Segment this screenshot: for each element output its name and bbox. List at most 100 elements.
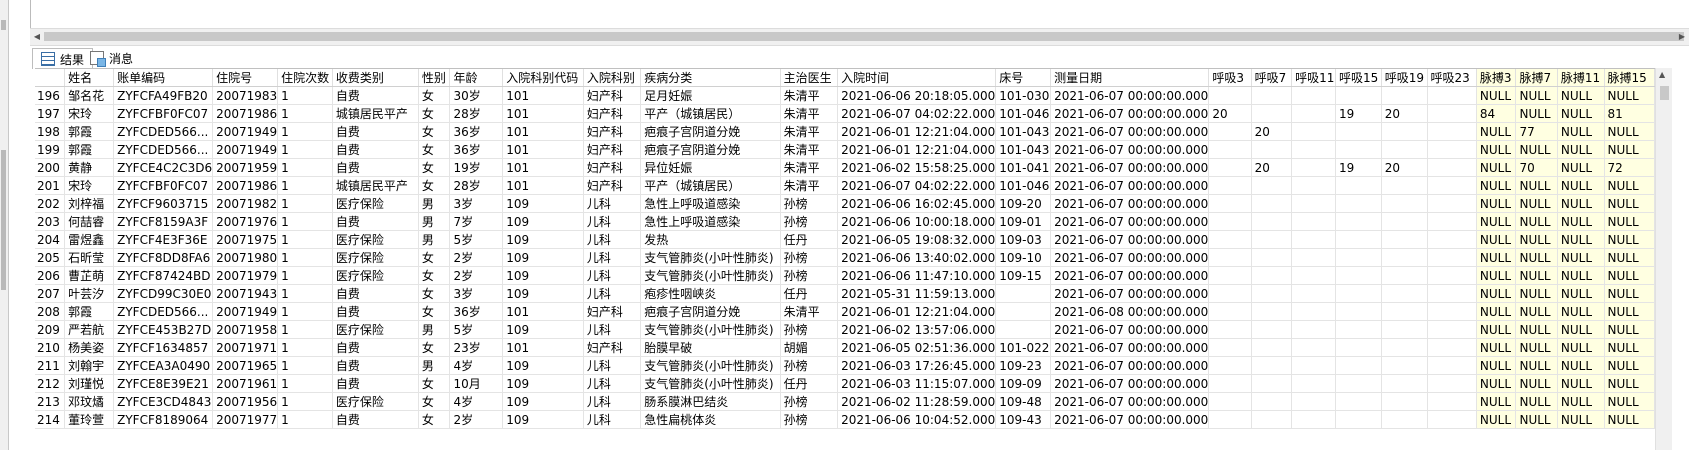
table-cell[interactable]: 疤痕子宫阴道分娩	[640, 122, 781, 141]
row-number[interactable]: 198	[35, 122, 66, 141]
table-cell[interactable]: ZYFCE453B27D	[113, 320, 214, 339]
table-cell[interactable]: 2岁	[449, 410, 504, 429]
table-cell[interactable]: 女	[418, 374, 451, 393]
table-cell[interactable]: 2021-06-03 17:26:45.000	[837, 356, 997, 375]
table-cell[interactable]: ZYFCEA3A0490	[113, 356, 214, 375]
table-cell[interactable]	[1291, 266, 1337, 285]
table-cell[interactable]	[1291, 248, 1337, 267]
table-cell[interactable]: 5岁	[449, 230, 504, 249]
table-cell[interactable]: 109	[502, 320, 584, 339]
table-cell[interactable]: 72	[1604, 158, 1655, 177]
column-header[interactable]: 脉搏3	[1476, 69, 1517, 87]
table-cell[interactable]: NULL	[1604, 356, 1655, 375]
table-cell[interactable]: NULL	[1557, 158, 1605, 177]
table-cell[interactable]: NULL	[1604, 392, 1655, 411]
table-cell[interactable]: 19	[1335, 158, 1382, 177]
table-row[interactable]: 206 曹芷萌 ZYFCF87424BD 20071979 1 医疗保险女 2岁 109 儿科支…	[35, 266, 1655, 285]
column-header[interactable]: 性别	[418, 69, 451, 87]
column-header[interactable]: 入院科别代码	[502, 69, 584, 87]
table-cell[interactable]: NULL	[1604, 194, 1655, 213]
table-cell[interactable]: NULL	[1476, 176, 1517, 195]
table-cell[interactable]: 儿科	[583, 392, 642, 411]
table-cell[interactable]: 孙榜	[780, 356, 839, 375]
table-cell[interactable]: 医疗保险	[332, 320, 419, 339]
table-cell[interactable]: NULL	[1604, 176, 1655, 195]
table-row[interactable]: 196 邹名花 ZYFCFA49FB20 20071983 1 自费女 30岁 101 妇产科足…	[35, 86, 1655, 105]
table-cell[interactable]: ZYFCFA49FB20	[113, 86, 214, 105]
table-cell[interactable]: 1	[277, 248, 333, 267]
table-cell[interactable]: 101-046	[995, 104, 1052, 123]
table-cell[interactable]	[1251, 338, 1293, 357]
table-cell[interactable]: 胡媚	[780, 338, 839, 357]
table-cell[interactable]: 女	[418, 248, 451, 267]
table-cell[interactable]: 20	[1208, 104, 1252, 123]
table-cell[interactable]: 自费	[332, 374, 419, 393]
table-cell[interactable]: 20071977	[212, 410, 279, 429]
table-cell[interactable]: 2021-06-07 00:00:00.000	[1050, 158, 1210, 177]
table-cell[interactable]: 儿科	[583, 212, 642, 231]
table-cell[interactable]: NULL	[1476, 356, 1517, 375]
table-cell[interactable]: 1	[277, 302, 333, 321]
table-cell[interactable]: 109-03	[995, 230, 1052, 249]
table-cell[interactable]: 2021-06-07 00:00:00.000	[1050, 374, 1210, 393]
table-cell[interactable]: 2021-06-07 00:00:00.000	[1050, 212, 1210, 231]
table-cell[interactable]	[1335, 338, 1382, 357]
table-cell[interactable]	[1251, 374, 1293, 393]
table-cell[interactable]: NULL	[1604, 320, 1655, 339]
table-cell[interactable]: 2021-06-02 11:28:59.000	[837, 392, 997, 411]
column-header[interactable]: 姓名	[64, 69, 115, 87]
table-cell[interactable]: 男	[418, 194, 451, 213]
column-header[interactable]: 账单编码	[113, 69, 214, 87]
table-cell[interactable]: 1	[277, 158, 333, 177]
row-number[interactable]: 214	[35, 410, 66, 429]
table-cell[interactable]	[1251, 230, 1293, 249]
table-cell[interactable]: 石昕莹	[64, 248, 115, 267]
table-cell[interactable]: 支气管肺炎(小叶性肺炎)	[640, 266, 781, 285]
table-cell[interactable]: NULL	[1476, 302, 1517, 321]
table-cell[interactable]: 支气管肺炎(小叶性肺炎)	[640, 248, 781, 267]
table-cell[interactable]: 5岁	[449, 320, 504, 339]
table-cell[interactable]	[995, 320, 1052, 339]
table-cell[interactable]	[1427, 320, 1477, 339]
table-cell[interactable]: NULL	[1515, 104, 1558, 123]
table-cell[interactable]	[1335, 140, 1382, 159]
table-cell[interactable]: 109-09	[995, 374, 1052, 393]
table-cell[interactable]: 2021-06-07 00:00:00.000	[1050, 338, 1210, 357]
column-header[interactable]: 呼吸11	[1291, 69, 1337, 87]
table-cell[interactable]: NULL	[1476, 194, 1517, 213]
table-cell[interactable]: 女	[418, 158, 451, 177]
table-cell[interactable]	[1291, 284, 1337, 303]
table-cell[interactable]: 1	[277, 212, 333, 231]
column-header[interactable]: 主治医生	[780, 69, 839, 87]
table-cell[interactable]	[1427, 158, 1477, 177]
table-cell[interactable]	[1208, 248, 1252, 267]
table-cell[interactable]: 4岁	[449, 356, 504, 375]
table-cell[interactable]: 2021-06-06 16:02:45.000	[837, 194, 997, 213]
table-cell[interactable]: 胎膜早破	[640, 338, 781, 357]
table-cell[interactable]: NULL	[1557, 392, 1605, 411]
table-cell[interactable]: 疤痕子宫阴道分娩	[640, 302, 781, 321]
table-cell[interactable]: 儿科	[583, 356, 642, 375]
table-cell[interactable]	[1335, 194, 1382, 213]
table-cell[interactable]: 20071958	[212, 320, 279, 339]
table-cell[interactable]: ZYFCE4C2C3D6	[113, 158, 214, 177]
table-cell[interactable]: 1	[277, 356, 333, 375]
table-cell[interactable]: 刘瑾悦	[64, 374, 115, 393]
table-cell[interactable]: 2021-06-06 10:04:52.000	[837, 410, 997, 429]
table-cell[interactable]: 自费	[332, 302, 419, 321]
table-cell[interactable]: 朱清平	[780, 158, 839, 177]
table-cell[interactable]: 2021-06-07 00:00:00.000	[1050, 122, 1210, 141]
table-cell[interactable]	[1381, 410, 1428, 429]
table-cell[interactable]: 1	[277, 320, 333, 339]
table-cell[interactable]: 2021-06-06 20:18:05.000	[837, 86, 997, 105]
table-row[interactable]: 205 石昕莹 ZYFCF8DD8FA6 20071980 1 医疗保险女 2岁 109 儿科支…	[35, 248, 1655, 267]
table-cell[interactable]	[1251, 176, 1293, 195]
table-cell[interactable]: 109	[502, 266, 584, 285]
table-cell[interactable]: 异位妊娠	[640, 158, 781, 177]
table-row[interactable]: 214 董玲萱 ZYFCF8189064 20071977 1 自费女 2岁 109 儿科 急性扁…	[35, 410, 1655, 429]
table-cell[interactable]	[1251, 104, 1293, 123]
table-cell[interactable]: 足月妊娠	[640, 86, 781, 105]
table-cell[interactable]	[1427, 392, 1477, 411]
table-cell[interactable]: 2021-06-07 00:00:00.000	[1050, 248, 1210, 267]
table-cell[interactable]: 2021-06-07 00:00:00.000	[1050, 230, 1210, 249]
